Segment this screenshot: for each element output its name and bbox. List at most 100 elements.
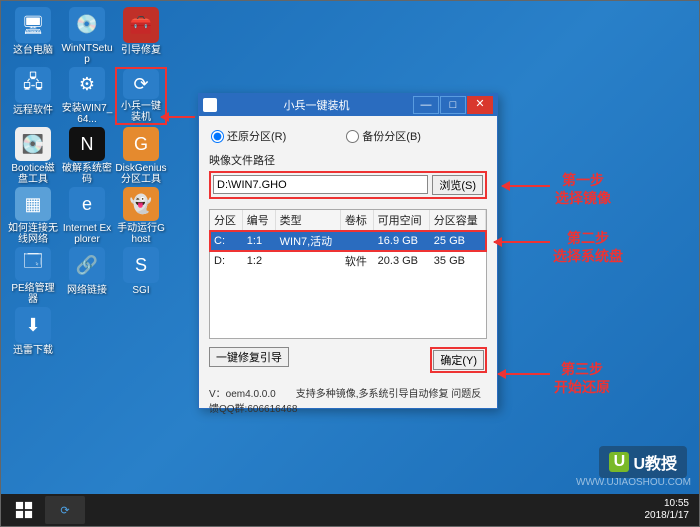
cell <box>340 231 373 252</box>
desktop-glyph-icon: N <box>69 127 105 161</box>
desktop-glyph-icon: ⚙ <box>69 67 105 101</box>
cell <box>275 251 340 271</box>
cell: 25 GB <box>429 231 485 252</box>
desktop-icon-label: 引导修复 <box>121 45 161 56</box>
desktop-glyph-icon: S <box>123 247 159 283</box>
col-type[interactable]: 类型 <box>275 210 340 231</box>
cell: 35 GB <box>429 251 485 271</box>
boot-repair-button[interactable]: 一键修复引导 <box>209 347 289 367</box>
desktop-glyph-icon: 🗔 <box>15 247 51 281</box>
desktop-icon-label: 安装WIN7_64... <box>61 103 113 125</box>
backup-radio-label: 备份分区(B) <box>362 128 421 144</box>
desktop-icon-label: Bootice磁盘工具 <box>7 163 59 185</box>
system-tray[interactable]: 10:55 2018/1/17 <box>645 498 696 522</box>
cell: 16.9 GB <box>373 231 429 252</box>
desktop-icon-label: PE络管理器 <box>7 283 59 305</box>
brand-icon: U <box>609 452 629 472</box>
table-row[interactable]: C:1:1WIN7,活动 16.9 GB25 GB <box>210 231 486 252</box>
desktop-icon-label: 小兵一键装机 <box>117 101 165 123</box>
desktop-glyph-icon: 🔗 <box>69 247 105 283</box>
cell: D: <box>210 251 242 271</box>
desktop-icon[interactable]: N破解系统密码 <box>61 127 113 185</box>
status-bar: V：oem4.0.0.0 支持多种镜像,多系统引导自动修复 问题反馈QQ群:60… <box>199 381 497 415</box>
desktop-icon[interactable]: 🗔PE络管理器 <box>7 247 59 305</box>
tray-date: 2018/1/17 <box>645 510 690 522</box>
table-row[interactable]: D:1:2软件20.3 GB35 GB <box>210 251 486 271</box>
cell: 20.3 GB <box>373 251 429 271</box>
step2-sub: 选择系统盘 <box>553 247 623 265</box>
desktop-icon[interactable]: 💿WinNTSetup <box>61 7 113 65</box>
partition-table: 分区 编号 类型 卷标 可用空间 分区容量 C:1:1WIN7,活动 16.9 G… <box>209 209 487 339</box>
app-glyph-icon: ⟳ <box>60 504 69 517</box>
desktop-glyph-icon: ▦ <box>15 187 51 221</box>
desktop-icon[interactable]: 💽Bootice磁盘工具 <box>7 127 59 185</box>
desktop-glyph-icon: 💿 <box>69 7 105 41</box>
desktop-icon[interactable]: 👻手动运行Ghost <box>115 187 167 245</box>
desktop-icon[interactable]: ⬇迅雷下载 <box>7 307 59 365</box>
backup-radio[interactable]: 备份分区(B) <box>346 128 421 144</box>
restore-radio-label: 还原分区(R) <box>227 128 286 144</box>
cell: 软件 <box>340 251 373 271</box>
desktop-icon[interactable]: 🖥 这台电脑 <box>7 7 59 65</box>
desktop-icon-label: 如何连接无线网络 <box>7 223 59 245</box>
close-button[interactable]: ✕ <box>467 96 493 114</box>
desktop-icon-label: 迅雷下载 <box>13 345 53 356</box>
browse-button[interactable]: 浏览(S) <box>432 175 483 195</box>
step3-sub: 开始还原 <box>554 378 610 396</box>
col-free[interactable]: 可用空间 <box>373 210 429 231</box>
desktop-icon[interactable]: GDiskGenius分区工具 <box>115 127 167 185</box>
installer-window: 小兵一键装机 — □ ✕ 还原分区(R) 备份分区(B) 映像文件路径 浏览(S… <box>198 93 498 409</box>
start-button[interactable] <box>5 496 43 524</box>
desktop-icon-label: 手动运行Ghost <box>115 223 167 245</box>
desktop-icon[interactable]: ⚙安装WIN7_64... <box>61 67 113 125</box>
restore-radio[interactable]: 还原分区(R) <box>211 128 286 144</box>
desktop-glyph-icon: 🖥 <box>15 7 51 43</box>
taskbar-app-1[interactable]: ⟳ <box>45 496 85 524</box>
desktop-icon[interactable]: 🧰 引导修复 <box>115 7 167 65</box>
desktop-icon[interactable]: eInternet Explorer <box>61 187 113 245</box>
desktop-glyph-icon: 🖧 <box>15 67 51 103</box>
desktop-icon-label: SGI <box>132 285 149 296</box>
desktop-icon[interactable]: S SGI <box>115 247 167 305</box>
cell: C: <box>210 231 242 252</box>
desktop-icon[interactable]: 🔗 网络链接 <box>61 247 113 305</box>
desktop-icon-label: Internet Explorer <box>61 223 113 245</box>
desktop-glyph-icon: G <box>123 127 159 161</box>
col-number[interactable]: 编号 <box>242 210 275 231</box>
step1-title: 第一步 <box>555 171 611 189</box>
col-capacity[interactable]: 分区容量 <box>429 210 485 231</box>
desktop-glyph-icon: ⟳ <box>123 69 159 99</box>
cell: 1:1 <box>242 231 275 252</box>
taskbar: ⟳ 10:55 2018/1/17 <box>1 494 699 526</box>
brand-badge: U U教授 <box>599 446 687 478</box>
table-header-row: 分区 编号 类型 卷标 可用空间 分区容量 <box>210 210 486 231</box>
desktop-glyph-icon: 👻 <box>123 187 159 221</box>
col-partition[interactable]: 分区 <box>210 210 242 231</box>
path-label: 映像文件路径 <box>209 152 487 168</box>
desktop-glyph-icon: 💽 <box>15 127 51 161</box>
desktop-icon-label: WinNTSetup <box>61 43 113 65</box>
maximize-button[interactable]: □ <box>440 96 466 114</box>
step3-title: 第三步 <box>554 360 610 378</box>
restore-radio-input[interactable] <box>211 130 224 143</box>
brand-text: U教授 <box>633 450 677 474</box>
window-title: 小兵一键装机 <box>221 97 412 113</box>
watermark: WWW.UJIAOSHOU.COM <box>576 477 691 488</box>
ok-button[interactable]: 确定(Y) <box>433 350 484 370</box>
backup-radio-input[interactable] <box>346 130 359 143</box>
desktop-icon-label: 网络链接 <box>67 285 107 296</box>
desktop-icon[interactable]: 🖧 远程软件 <box>7 67 59 125</box>
desktop-icon[interactable]: ▦如何连接无线网络 <box>7 187 59 245</box>
step2-title: 第二步 <box>553 229 623 247</box>
image-path-input[interactable] <box>213 175 428 194</box>
desktop-icon-label: 这台电脑 <box>13 45 53 56</box>
step1-sub: 选择镜像 <box>555 189 611 207</box>
minimize-button[interactable]: — <box>413 96 439 114</box>
desktop-glyph-icon: 🧰 <box>123 7 159 43</box>
cell: WIN7,活动 <box>275 231 340 252</box>
app-icon <box>203 98 217 112</box>
desktop-icon-label: DiskGenius分区工具 <box>115 163 167 185</box>
desktop-icon-label: 远程软件 <box>13 105 53 116</box>
col-volume[interactable]: 卷标 <box>340 210 373 231</box>
tray-time: 10:55 <box>645 498 690 510</box>
